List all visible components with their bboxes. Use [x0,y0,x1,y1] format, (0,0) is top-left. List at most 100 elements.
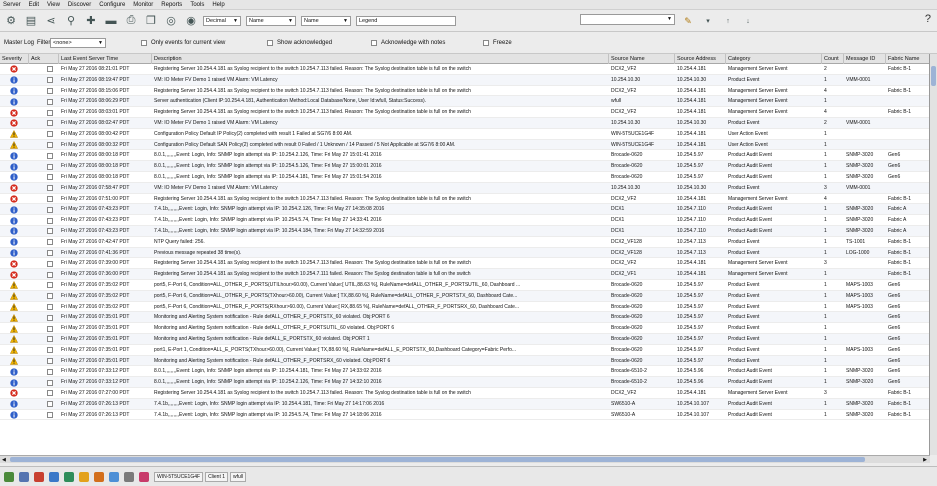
column-header-fabric-name[interactable]: Fabric Name [886,54,929,64]
network-icon[interactable] [49,471,59,482]
ack-checkbox[interactable] [47,131,53,138]
ack-checkbox[interactable] [47,390,53,397]
find-options-icon[interactable]: ▾ [700,13,716,29]
column-header-severity[interactable]: Severity [0,54,29,64]
tools-icon[interactable] [124,471,134,482]
column-header-time[interactable]: Last Event Server Time [59,54,152,64]
table-row[interactable]: Fri May 27 2016 07:33:12 PDT 8.0.1,,,,,,,… [0,377,929,388]
table-row[interactable]: Fri May 27 2016 07:26:13 PDT 7.4.1b,,,,,,… [0,410,929,421]
alert-icon[interactable] [34,471,44,482]
table-row[interactable]: Fri May 27 2016 08:00:18 PDT 8.0.1,,,,,,,… [0,161,929,172]
horizontal-scrollbar[interactable]: ◀ ▶ [0,455,930,463]
filter-dropdown[interactable]: <none> ▼ [50,38,106,48]
ack-checkbox[interactable] [47,325,53,332]
vertical-scrollbar[interactable] [930,54,937,455]
table-row[interactable]: Fri May 27 2016 08:00:32 PDT Configuratio… [0,139,929,151]
show-acknowledged-option[interactable]: Show acknowledged [267,40,332,46]
search-input[interactable]: ▼ [580,14,675,25]
column-header-source-name[interactable]: Source Name [609,54,675,64]
table-row[interactable]: Fri May 27 2016 08:06:29 PDT Server authe… [0,96,929,108]
ack-checkbox[interactable] [47,141,53,148]
ack-checkbox[interactable] [47,195,53,202]
table-row[interactable]: Fri May 27 2016 07:35:01 PDT port1, E-Por… [0,345,929,356]
column-header-ack[interactable]: Ack [29,54,59,64]
column-header-source-address[interactable]: Source Address [675,54,726,64]
menu-configure[interactable]: Configure [99,2,125,8]
help-icon[interactable]: ? [925,13,931,25]
ack-checkbox[interactable] [47,368,53,375]
connection-icon[interactable] [4,471,14,482]
name-dropdown-2[interactable]: Name ▼ [301,15,351,26]
find-icon[interactable]: ✎ [680,13,696,29]
ack-checkbox[interactable] [47,401,53,408]
ack-checkbox[interactable] [47,217,53,224]
checkbox[interactable] [483,40,489,46]
table-row[interactable]: Fri May 27 2016 07:35:02 PDT port5, F-Por… [0,302,929,313]
add-icon[interactable]: ✚ [83,13,99,29]
menu-view[interactable]: View [47,2,60,8]
table-row[interactable]: Fri May 27 2016 07:36:00 PDT Registering … [0,269,929,280]
print-icon[interactable]: ⎙ [123,13,139,29]
table-row[interactable]: Fri May 27 2016 07:43:23 PDT 7.4.1b,,,,,,… [0,215,929,226]
scroll-right-icon[interactable]: ▶ [923,456,927,464]
menu-monitor[interactable]: Monitor [133,2,153,8]
table-row[interactable]: Fri May 27 2016 07:26:13 PDT 7.4.1b,,,,,,… [0,398,929,410]
table-row[interactable]: Fri May 27 2016 07:39:00 PDT Registering … [0,258,929,270]
ack-checkbox[interactable] [47,314,53,321]
table-row[interactable]: Fri May 27 2016 08:21:01 PDT Registering … [0,64,929,75]
find-next-icon[interactable]: ↓ [740,13,756,29]
table-row[interactable]: Fri May 27 2016 08:00:42 PDT Configuratio… [0,129,929,140]
ack-checkbox[interactable] [47,228,53,235]
ack-checkbox[interactable] [47,109,53,116]
checkbox[interactable] [371,40,377,46]
table-row[interactable]: Fri May 27 2016 08:02:47 PDT VM: IO Meter… [0,118,929,129]
menu-tools[interactable]: Tools [190,2,204,8]
menu-server[interactable]: Server [3,2,21,8]
table-row[interactable]: Fri May 27 2016 07:27:00 PDT Registering … [0,388,929,399]
ack-checkbox[interactable] [47,249,53,256]
ack-checkbox[interactable] [47,336,53,343]
document-icon[interactable]: ▤ [23,13,39,29]
server-icon[interactable] [19,471,29,482]
menu-discover[interactable]: Discover [68,2,91,8]
table-row[interactable]: Fri May 27 2016 07:35:01 PDT Monitoring a… [0,355,929,367]
ack-checkbox[interactable] [47,174,53,181]
checkbox[interactable] [141,40,147,46]
ack-checkbox[interactable] [47,303,53,310]
ack-checkbox[interactable] [47,293,53,300]
copy-icon[interactable]: ❐ [143,13,159,29]
table-row[interactable]: Fri May 27 2016 08:03:01 PDT Registering … [0,107,929,118]
ack-checkbox[interactable] [47,87,53,94]
scroll-thumb[interactable] [931,66,936,86]
zoom-icon[interactable]: ◉ [183,13,199,29]
acknowledge-with-notes-option[interactable]: Acknowledge with notes [371,40,445,46]
column-header-count[interactable]: Count [822,54,844,64]
ack-checkbox[interactable] [47,411,53,418]
column-header-description[interactable]: Description [152,54,609,64]
table-row[interactable]: Fri May 27 2016 07:51:00 PDT Registering … [0,194,929,205]
table-row[interactable]: Fri May 27 2016 07:35:01 PDT Monitoring a… [0,312,929,324]
only-current-view-option[interactable]: Only events for current view [141,40,225,46]
ack-checkbox[interactable] [47,379,53,386]
table-row[interactable]: Fri May 27 2016 07:35:01 PDT Monitoring a… [0,334,929,345]
table-row[interactable]: Fri May 27 2016 08:19:47 PDT VM: IO Meter… [0,74,929,86]
ack-checkbox[interactable] [47,239,53,246]
freeze-option[interactable]: Freeze [483,40,512,46]
search-device-icon[interactable]: ⚲ [63,13,79,29]
ack-checkbox[interactable] [47,98,53,105]
table-row[interactable]: Fri May 27 2016 07:41:36 PDT Previous mes… [0,247,929,259]
ack-checkbox[interactable] [47,120,53,127]
ack-checkbox[interactable] [47,163,53,170]
ack-checkbox[interactable] [47,347,53,354]
monitor-icon[interactable] [109,471,119,482]
table-row[interactable]: Fri May 27 2016 07:43:23 PDT 7.4.1b,,,,,,… [0,226,929,237]
menu-edit[interactable]: Edit [29,2,39,8]
transfer-icon[interactable] [64,471,74,482]
table-row[interactable]: Fri May 27 2016 07:35:02 PDT port5, F-Por… [0,290,929,302]
find-previous-icon[interactable]: ↑ [720,13,736,29]
table-row[interactable]: Fri May 27 2016 08:15:06 PDT Registering … [0,86,929,97]
legend-button[interactable]: Legend [356,15,456,26]
table-row[interactable]: Fri May 27 2016 07:35:02 PDT port5, F-Por… [0,280,929,291]
table-row[interactable]: Fri May 27 2016 08:00:18 PDT 8.0.1,,,,,,,… [0,150,929,162]
menu-reports[interactable]: Reports [161,2,182,8]
